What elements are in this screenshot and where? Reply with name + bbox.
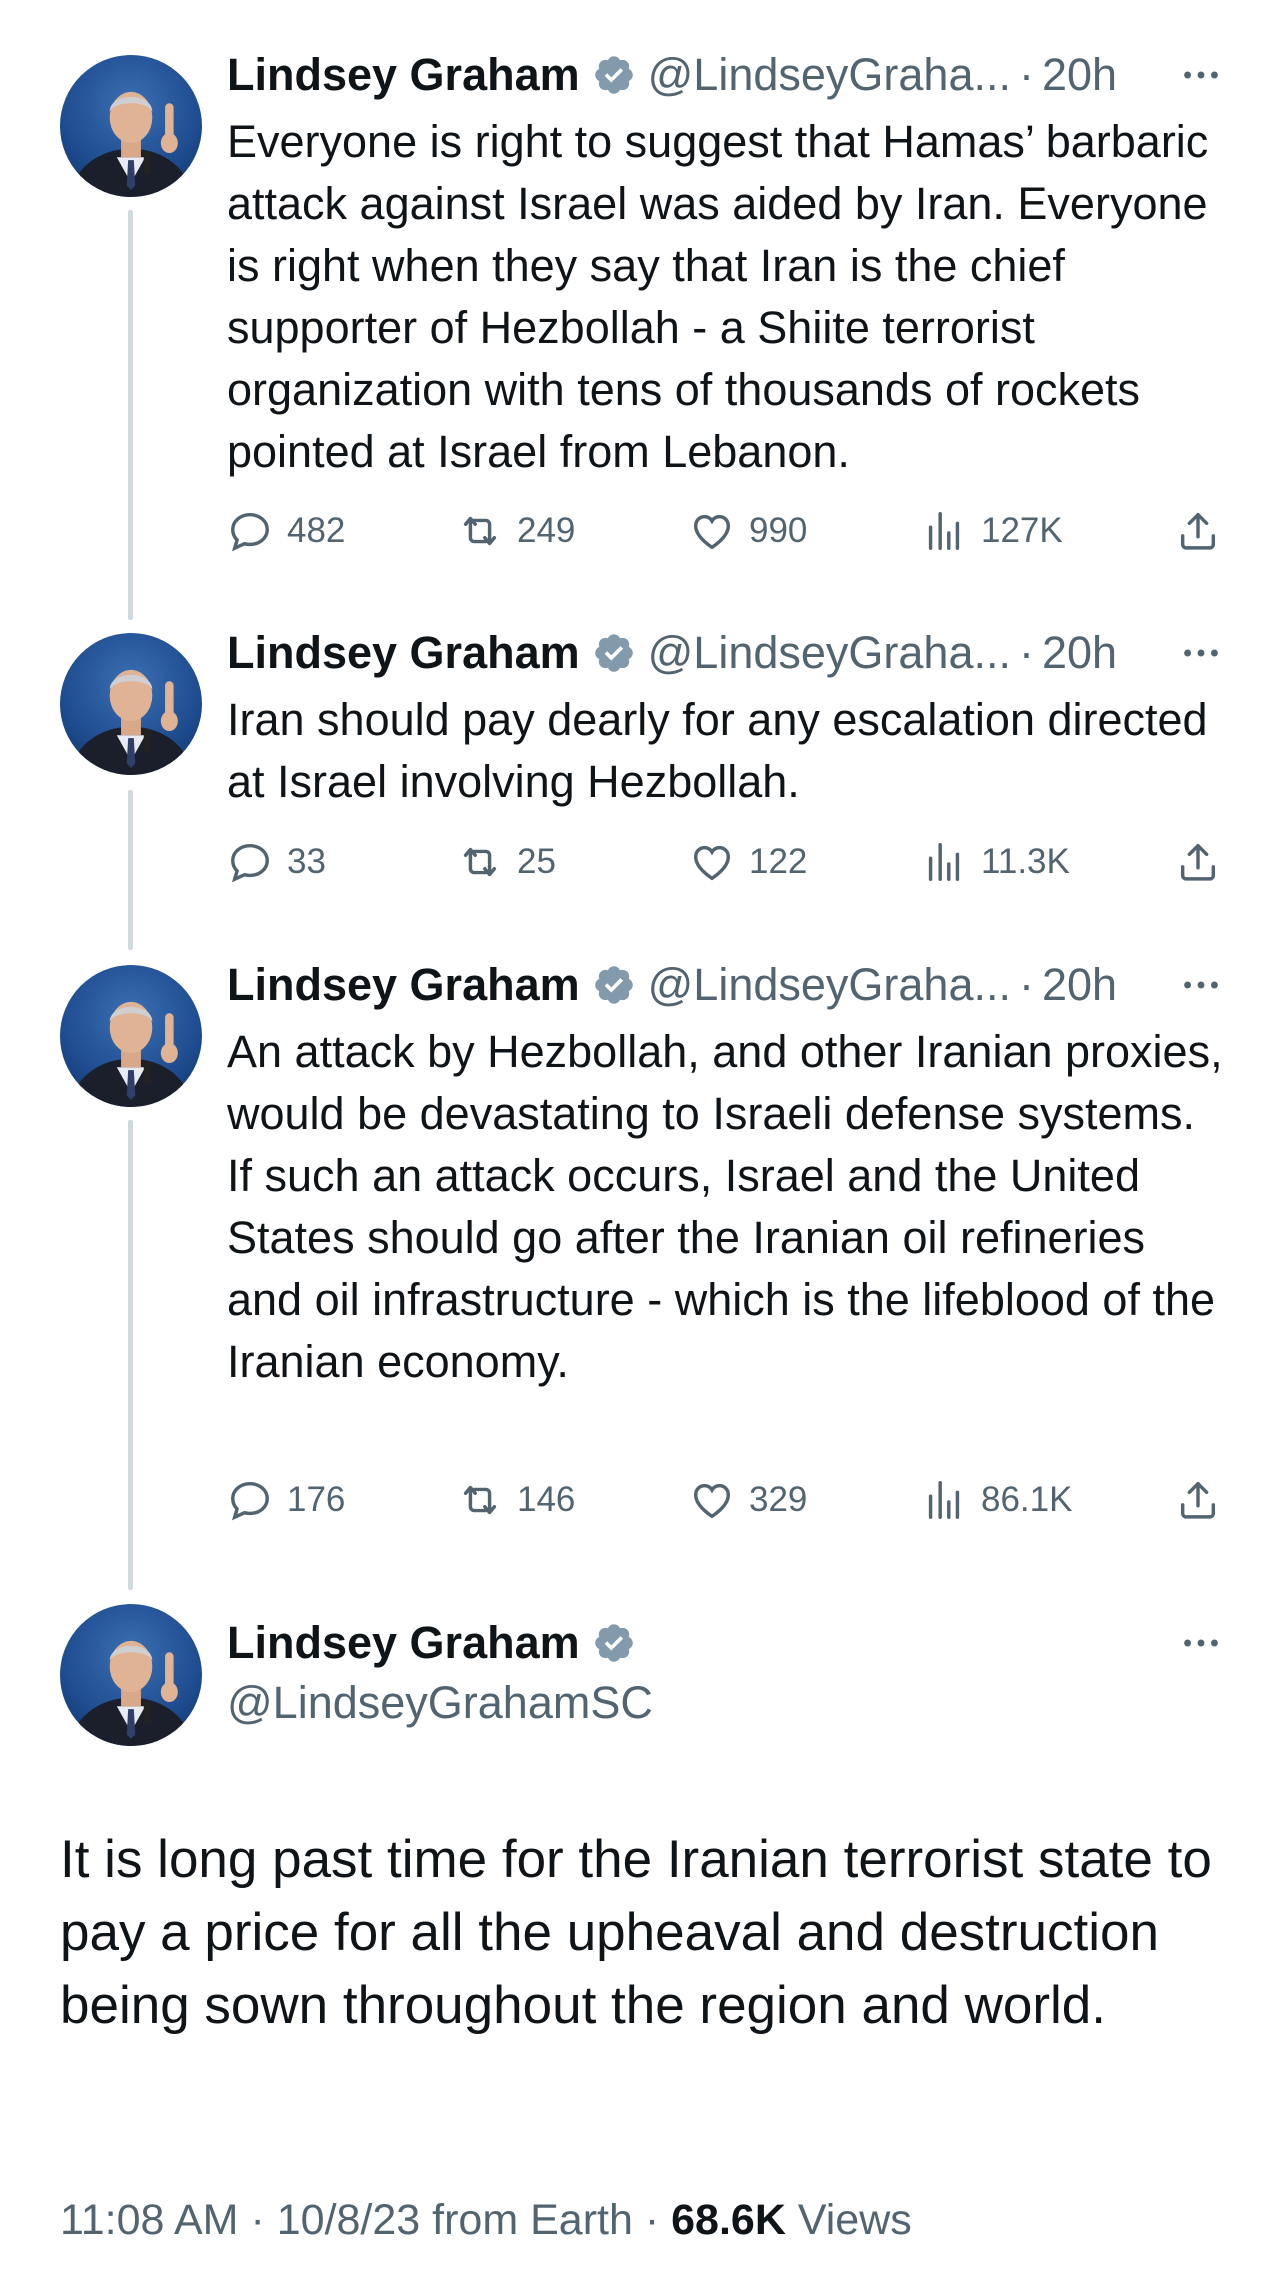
tweet-actions: 176 146 329 86.1K bbox=[227, 1470, 1227, 1530]
tweet-text: Iran should pay dearly for any escalatio… bbox=[227, 694, 1208, 807]
reply-count: 176 bbox=[287, 1480, 346, 1519]
main-tweet-author: Lindsey Graham bbox=[227, 1613, 648, 1673]
tweet-actions: 482 249 990 127K bbox=[227, 501, 1227, 561]
view-count: 11.3K bbox=[981, 842, 1070, 881]
avatar[interactable] bbox=[60, 633, 202, 775]
repost-button[interactable]: 146 bbox=[457, 1470, 575, 1530]
share-icon bbox=[1175, 1477, 1221, 1523]
author-handle[interactable]: @LindseyGraha... bbox=[648, 955, 1011, 1015]
like-icon bbox=[689, 508, 735, 554]
repost-button[interactable]: 249 bbox=[457, 501, 575, 561]
more-options-icon[interactable] bbox=[1178, 955, 1224, 1015]
share-icon bbox=[1175, 508, 1221, 554]
views-button[interactable]: 11.3K bbox=[921, 832, 1070, 892]
share-icon bbox=[1175, 839, 1221, 885]
reply-button[interactable]: 33 bbox=[227, 832, 326, 892]
share-button[interactable] bbox=[1175, 832, 1221, 892]
repost-count: 25 bbox=[517, 842, 556, 881]
reply-icon bbox=[227, 508, 273, 554]
like-count: 329 bbox=[749, 1480, 808, 1519]
verified-badge-icon bbox=[592, 963, 636, 1007]
tweet-metadata: 11:08 AM · 10/8/23 from Earth · 68.6K Vi… bbox=[60, 2190, 1230, 2250]
repost-button[interactable]: 25 bbox=[457, 832, 556, 892]
author-handle[interactable]: @LindseyGraha... bbox=[648, 623, 1011, 683]
share-button[interactable] bbox=[1175, 1470, 1221, 1530]
views-label: Views bbox=[797, 2196, 912, 2244]
tweet-text: An attack by Hezbollah, and other Irania… bbox=[227, 1026, 1223, 1387]
separator: · bbox=[1019, 627, 1034, 678]
like-icon bbox=[689, 839, 735, 885]
like-count: 990 bbox=[749, 511, 808, 550]
reply-icon bbox=[227, 1477, 273, 1523]
author-name[interactable]: Lindsey Graham bbox=[227, 1613, 580, 1673]
tweet-time[interactable]: 20h bbox=[1042, 955, 1117, 1015]
reply-count: 33 bbox=[287, 842, 326, 881]
like-count: 122 bbox=[749, 842, 808, 881]
tweet-time[interactable]: 20h bbox=[1042, 623, 1117, 683]
reply-button[interactable]: 482 bbox=[227, 501, 345, 561]
tweet-header: Lindsey Graham @LindseyGraha... · 20h bbox=[227, 623, 1224, 683]
author-name[interactable]: Lindsey Graham bbox=[227, 45, 580, 105]
author-handle[interactable]: @LindseyGraha... bbox=[648, 45, 1011, 105]
like-button[interactable]: 329 bbox=[689, 1470, 807, 1530]
avatar[interactable] bbox=[60, 965, 202, 1107]
separator: · bbox=[1019, 49, 1034, 100]
view-count: 127K bbox=[981, 511, 1063, 550]
more-options-icon[interactable] bbox=[1178, 623, 1224, 683]
repost-icon bbox=[457, 839, 503, 885]
views-count[interactable]: 68.6K bbox=[671, 2196, 786, 2244]
author-name[interactable]: Lindsey Graham bbox=[227, 623, 580, 683]
author-name[interactable]: Lindsey Graham bbox=[227, 955, 580, 1015]
verified-badge-icon bbox=[592, 53, 636, 97]
share-button[interactable] bbox=[1175, 501, 1221, 561]
more-options-icon[interactable] bbox=[1178, 45, 1224, 105]
repost-count: 146 bbox=[517, 1480, 576, 1519]
views-icon bbox=[921, 508, 967, 554]
tweet-header: Lindsey Graham @LindseyGraha... · 20h bbox=[227, 45, 1224, 105]
tweet-source: from Earth bbox=[432, 2196, 633, 2244]
views-button[interactable]: 127K bbox=[921, 501, 1063, 561]
tweet-time[interactable]: 11:08 AM bbox=[60, 2196, 239, 2244]
verified-badge-icon bbox=[592, 1621, 636, 1665]
repost-icon bbox=[457, 508, 503, 554]
tweet-actions: 33 25 122 11.3K bbox=[227, 832, 1227, 892]
author-handle[interactable]: @LindseyGrahamSC bbox=[227, 1673, 653, 1733]
thread-connector-line bbox=[128, 790, 133, 950]
like-icon bbox=[689, 1477, 735, 1523]
thread-connector-line bbox=[128, 1120, 133, 1590]
thread-connector-line bbox=[128, 210, 133, 620]
views-icon bbox=[921, 1477, 967, 1523]
avatar[interactable] bbox=[60, 1604, 202, 1746]
separator: · bbox=[1019, 959, 1034, 1010]
view-count: 86.1K bbox=[981, 1480, 1073, 1519]
repost-icon bbox=[457, 1477, 503, 1523]
tweet-date[interactable]: 10/8/23 bbox=[277, 2196, 420, 2244]
separator: · bbox=[644, 2196, 660, 2244]
reply-icon bbox=[227, 839, 273, 885]
views-button[interactable]: 86.1K bbox=[921, 1470, 1072, 1530]
separator: · bbox=[250, 2196, 265, 2244]
repost-count: 249 bbox=[517, 511, 576, 550]
like-button[interactable]: 990 bbox=[689, 501, 807, 561]
main-tweet-text: It is long past time for the Iranian ter… bbox=[60, 1830, 1212, 2035]
tweet-time[interactable]: 20h bbox=[1042, 45, 1117, 105]
tweet-text: Everyone is right to suggest that Hamas’… bbox=[227, 116, 1209, 477]
tweet-header: Lindsey Graham @LindseyGraha... · 20h bbox=[227, 955, 1224, 1015]
verified-badge-icon bbox=[592, 631, 636, 675]
avatar[interactable] bbox=[60, 55, 202, 197]
reply-count: 482 bbox=[287, 511, 346, 550]
more-options-icon[interactable] bbox=[1178, 1613, 1224, 1673]
views-icon bbox=[921, 839, 967, 885]
like-button[interactable]: 122 bbox=[689, 832, 807, 892]
reply-button[interactable]: 176 bbox=[227, 1470, 345, 1530]
